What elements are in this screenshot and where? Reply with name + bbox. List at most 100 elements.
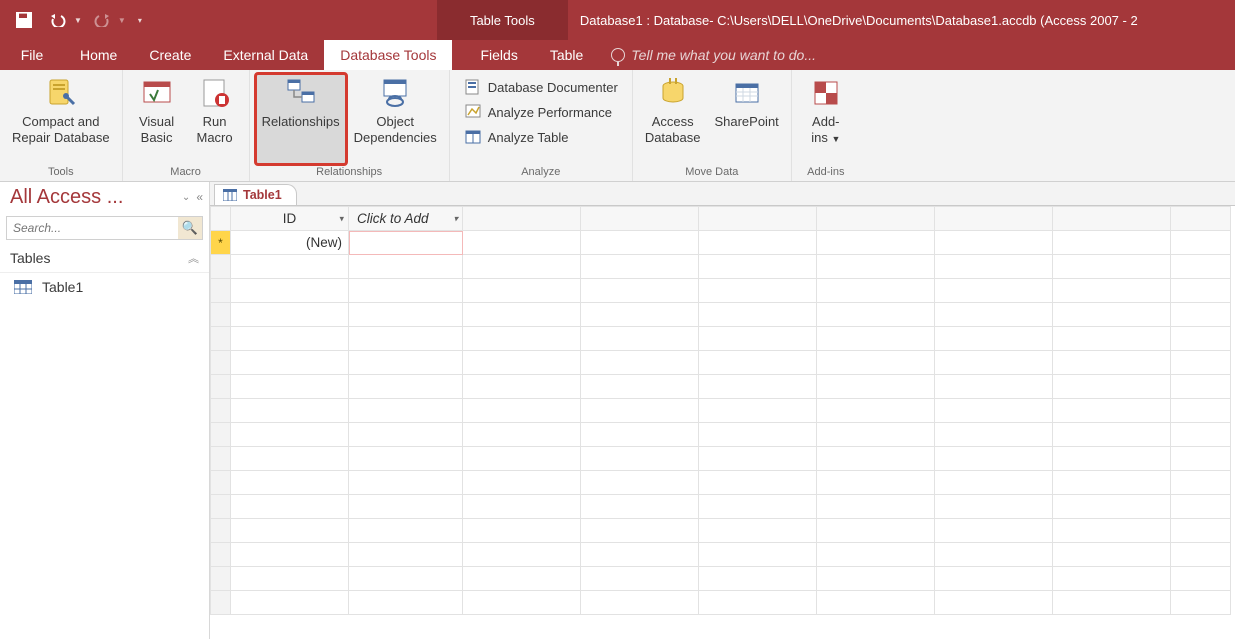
navigation-pane: All Access ... ⌄ « 🔍 Tables ︽ Table1 — [0, 182, 210, 639]
blank-column — [817, 207, 935, 231]
button-label: Database Documenter — [488, 80, 618, 95]
group-label: Add-ins — [807, 164, 844, 181]
tell-me-box[interactable]: Tell me what you want to do... — [599, 40, 828, 70]
nav-category-tables[interactable]: Tables ︽ — [0, 244, 209, 273]
search-input[interactable] — [7, 221, 178, 235]
id-cell[interactable]: (New) — [231, 231, 349, 255]
group-relationships: Relationships Object Dependencies Relati… — [250, 70, 450, 181]
analyze-table-button[interactable]: Analyze Table — [460, 126, 622, 148]
active-cell[interactable] — [349, 231, 463, 255]
nav-item-label: Table1 — [42, 279, 83, 295]
tab-database-tools[interactable]: Database Tools — [324, 40, 452, 70]
redo-dropdown-icon[interactable]: ▼ — [118, 16, 126, 25]
nav-title: All Access ... — [10, 186, 176, 209]
document-area: Table1 ID ▾ Click to Add ▾ — [210, 182, 1235, 639]
document-tab-label: Table1 — [243, 188, 282, 202]
empty-cell[interactable] — [817, 231, 935, 255]
table-icon — [14, 280, 32, 294]
tab-table[interactable]: Table — [534, 40, 599, 70]
group-label: Analyze — [521, 164, 560, 181]
nav-search: 🔍 — [6, 216, 203, 240]
relationships-button[interactable]: Relationships — [256, 74, 346, 164]
database-documenter-button[interactable]: Database Documenter — [460, 76, 622, 98]
object-dependencies-button[interactable]: Object Dependencies — [348, 74, 443, 164]
button-label: Analyze Table — [488, 130, 569, 145]
title-bar: ▼ ▼ ▾ Table Tools Database1 : Database- … — [0, 0, 1235, 40]
group-label: Move Data — [685, 164, 738, 181]
quick-access-toolbar: ▼ ▼ ▾ — [0, 0, 152, 40]
group-label: Relationships — [316, 164, 382, 181]
button-label: Run Macro — [197, 114, 233, 147]
table-icon — [223, 189, 237, 201]
column-header-id[interactable]: ID ▾ — [231, 207, 349, 231]
lightbulb-icon — [611, 48, 625, 62]
contextual-tab-title: Table Tools — [437, 0, 568, 40]
empty-cell[interactable] — [1053, 231, 1171, 255]
nav-dropdown-icon[interactable]: ⌄ — [182, 192, 190, 203]
tell-me-placeholder: Tell me what you want to do... — [631, 47, 816, 63]
addins-button[interactable]: Add- ins ▼ — [798, 74, 854, 164]
group-tools: Compact and Repair Database Tools — [0, 70, 123, 181]
analyze-performance-button[interactable]: Analyze Performance — [460, 101, 622, 123]
column-dropdown-icon[interactable]: ▾ — [453, 213, 458, 224]
empty-cell[interactable] — [935, 231, 1053, 255]
group-label: Macro — [170, 164, 201, 181]
button-label: Object Dependencies — [354, 114, 437, 147]
button-label: Relationships — [262, 114, 340, 130]
qat-customize-icon[interactable]: ▾ — [138, 16, 142, 25]
redo-button[interactable] — [88, 6, 116, 34]
empty-cell[interactable] — [699, 231, 817, 255]
undo-button[interactable] — [44, 6, 72, 34]
search-icon[interactable]: 🔍 — [178, 217, 202, 239]
nav-collapse-icon[interactable]: « — [196, 190, 203, 204]
window-title: Database1 : Database- C:\Users\DELL\OneD… — [568, 0, 1235, 40]
new-record-row[interactable]: * (New) — [211, 231, 1231, 255]
tab-file[interactable]: File — [0, 40, 64, 70]
button-label: Visual Basic — [139, 114, 174, 147]
sharepoint-icon — [730, 76, 764, 110]
document-tabs: Table1 — [210, 182, 1235, 206]
empty-cell[interactable] — [1171, 231, 1231, 255]
column-label: Click to Add — [357, 211, 429, 226]
select-all-cell[interactable] — [211, 207, 231, 231]
document-tab-table1[interactable]: Table1 — [214, 184, 297, 205]
empty-cell[interactable] — [581, 231, 699, 255]
run-macro-icon — [198, 76, 232, 110]
tab-external-data[interactable]: External Data — [207, 40, 324, 70]
analyze-table-icon — [464, 128, 482, 146]
redo-icon — [93, 13, 111, 27]
tab-create[interactable]: Create — [133, 40, 207, 70]
nav-item-table1[interactable]: Table1 — [0, 273, 209, 301]
save-icon — [15, 11, 33, 29]
undo-icon — [49, 13, 67, 27]
addins-icon — [809, 76, 843, 110]
blank-column — [463, 207, 581, 231]
ribbon: Compact and Repair Database Tools Visual… — [0, 70, 1235, 182]
blank-column — [1053, 207, 1171, 231]
category-label: Tables — [10, 250, 50, 266]
group-analyze: Database Documenter Analyze Performance … — [450, 70, 633, 181]
undo-dropdown-icon[interactable]: ▼ — [74, 16, 82, 25]
blank-column — [935, 207, 1053, 231]
row-selector[interactable]: * — [211, 231, 231, 255]
tab-home[interactable]: Home — [64, 40, 133, 70]
column-dropdown-icon[interactable]: ▾ — [339, 213, 344, 224]
datasheet-table: ID ▾ Click to Add ▾ * — [210, 206, 1231, 615]
run-macro-button[interactable]: Run Macro — [187, 74, 243, 164]
datasheet[interactable]: ID ▾ Click to Add ▾ * — [210, 206, 1235, 639]
compact-repair-button[interactable]: Compact and Repair Database — [6, 74, 116, 164]
access-database-button[interactable]: Access Database — [639, 74, 707, 164]
tab-fields[interactable]: Fields — [464, 40, 533, 70]
visual-basic-button[interactable]: Visual Basic — [129, 74, 185, 164]
save-button[interactable] — [10, 6, 38, 34]
header-row: ID ▾ Click to Add ▾ — [211, 207, 1231, 231]
nav-header[interactable]: All Access ... ⌄ « — [0, 182, 209, 212]
column-header-add[interactable]: Click to Add ▾ — [349, 207, 463, 231]
sharepoint-button[interactable]: SharePoint — [708, 74, 784, 164]
empty-cell[interactable] — [463, 231, 581, 255]
relationships-icon — [284, 76, 318, 110]
button-label: SharePoint — [714, 114, 778, 130]
button-label: Analyze Performance — [488, 105, 612, 120]
group-move-data: Access Database SharePoint Move Data — [633, 70, 792, 181]
button-label: Access Database — [645, 114, 701, 147]
